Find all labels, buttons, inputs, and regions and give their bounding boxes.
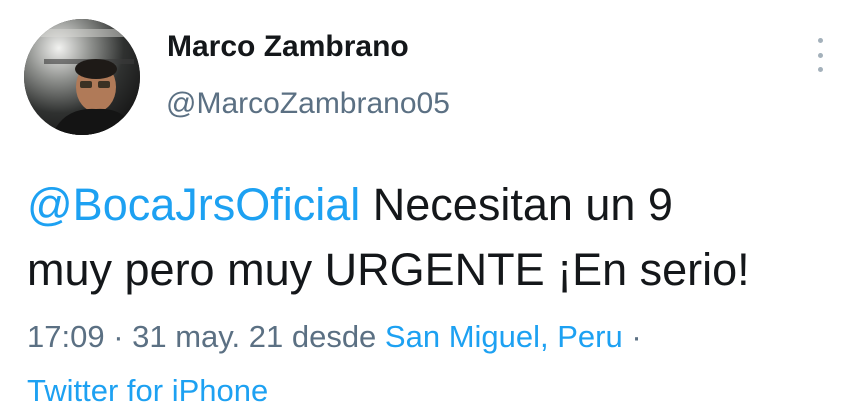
- tweet-time[interactable]: 17:09: [27, 319, 105, 354]
- meta-desde: desde: [283, 319, 385, 354]
- meta-separator-2: ·: [622, 319, 642, 354]
- author-display-name[interactable]: Marco Zambrano: [167, 30, 409, 64]
- location-link[interactable]: San Miguel, Peru: [385, 319, 623, 354]
- avatar[interactable]: [24, 19, 140, 135]
- mention-link[interactable]: @BocaJrsOficial: [27, 179, 360, 230]
- tweet-card: Marco Zambrano @MarcoZambrano05 @BocaJrs…: [0, 0, 862, 420]
- more-options-icon[interactable]: [810, 38, 830, 72]
- tweet-text-line1: Necesitan un 9: [360, 179, 673, 230]
- tweet-text-line2: muy pero muy URGENTE ¡En serio!: [27, 244, 750, 295]
- author-handle[interactable]: @MarcoZambrano05: [166, 87, 450, 121]
- meta-separator: ·: [104, 319, 133, 354]
- tweet-meta: 17:09 · 31 may. 21 desde San Miguel, Per…: [27, 310, 847, 418]
- source-link[interactable]: Twitter for iPhone: [27, 373, 268, 408]
- tweet-date[interactable]: 31 may. 21: [132, 319, 283, 354]
- tweet-text: @BocaJrsOficial Necesitan un 9 muy pero …: [27, 172, 847, 302]
